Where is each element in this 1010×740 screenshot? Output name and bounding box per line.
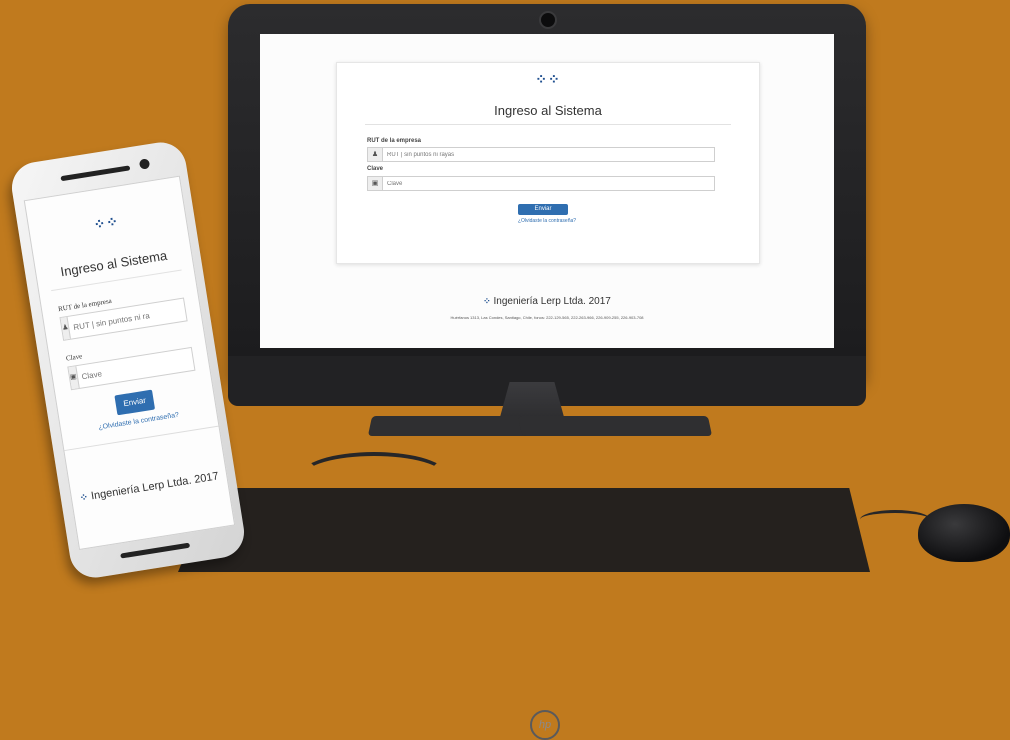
smartphone: ⁘⁘ Ingreso al Sistema RUT de la empresa … [8, 138, 248, 582]
monitor-stand-base-right [517, 416, 713, 436]
mobile-clave-field[interactable]: ▣ [67, 346, 196, 391]
mobile-footer-brand: ⁘ Ingeniería Lerp Ltda. 2017 [71, 469, 227, 505]
phone-camera [138, 158, 151, 170]
mouse [918, 504, 1010, 562]
footer-brand-text: Ingeniería Lerp Ltda. 2017 [493, 296, 611, 307]
login-title: Ingreso al Sistema [494, 103, 602, 118]
clave-input[interactable] [383, 177, 714, 190]
company-logo-icon: ⁘ [79, 491, 90, 505]
company-logo-icon: ⁘ [483, 296, 491, 306]
footer-address: Huérfanos 1313, Las Condes, Santiago, Ch… [450, 315, 644, 320]
lock-icon: ▣ [368, 177, 383, 190]
phone-speaker [60, 165, 131, 182]
phone-screen: ⁘⁘ Ingreso al Sistema RUT de la empresa … [23, 175, 236, 550]
rut-input[interactable] [383, 148, 714, 161]
forgot-password-link[interactable]: ¿Olvidaste la contraseña? [487, 218, 607, 224]
clave-label: Clave [367, 166, 384, 172]
mobile-clave-input[interactable] [75, 347, 196, 388]
mobile-footer-brand-text: Ingeniería Lerp Ltda. 2017 [90, 470, 220, 503]
user-icon: ♟ [368, 148, 383, 161]
divider [365, 124, 731, 125]
keyboard [178, 488, 870, 572]
login-card: ⁘⁘ Ingreso al Sistema RUT de la empresa … [336, 62, 760, 264]
mobile-clave-label: Clave [65, 352, 83, 363]
mobile-enviar-button[interactable]: Enviar [114, 389, 156, 416]
desktop-monitor: hp ⁘⁘ Ingreso al Sistema RUT de la empre… [228, 4, 866, 740]
rut-label: RUT de la empresa [367, 138, 422, 144]
clave-field[interactable]: ▣ [367, 176, 715, 191]
hp-logo-icon: hp [530, 710, 560, 740]
rut-field[interactable]: ♟ [367, 147, 715, 162]
enviar-button[interactable]: Enviar [518, 204, 568, 215]
phone-speaker [120, 542, 191, 559]
desktop-screen: ⁘⁘ Ingreso al Sistema RUT de la empresa … [260, 34, 834, 348]
company-logo-icon: ⁘⁘ [92, 212, 121, 233]
footer-brand: ⁘ Ingeniería Lerp Ltda. 2017 [260, 296, 834, 307]
mobile-login-title: Ingreso al Sistema [59, 247, 169, 280]
company-logo-icon: ⁘⁘ [535, 71, 561, 87]
webcam [539, 11, 557, 29]
